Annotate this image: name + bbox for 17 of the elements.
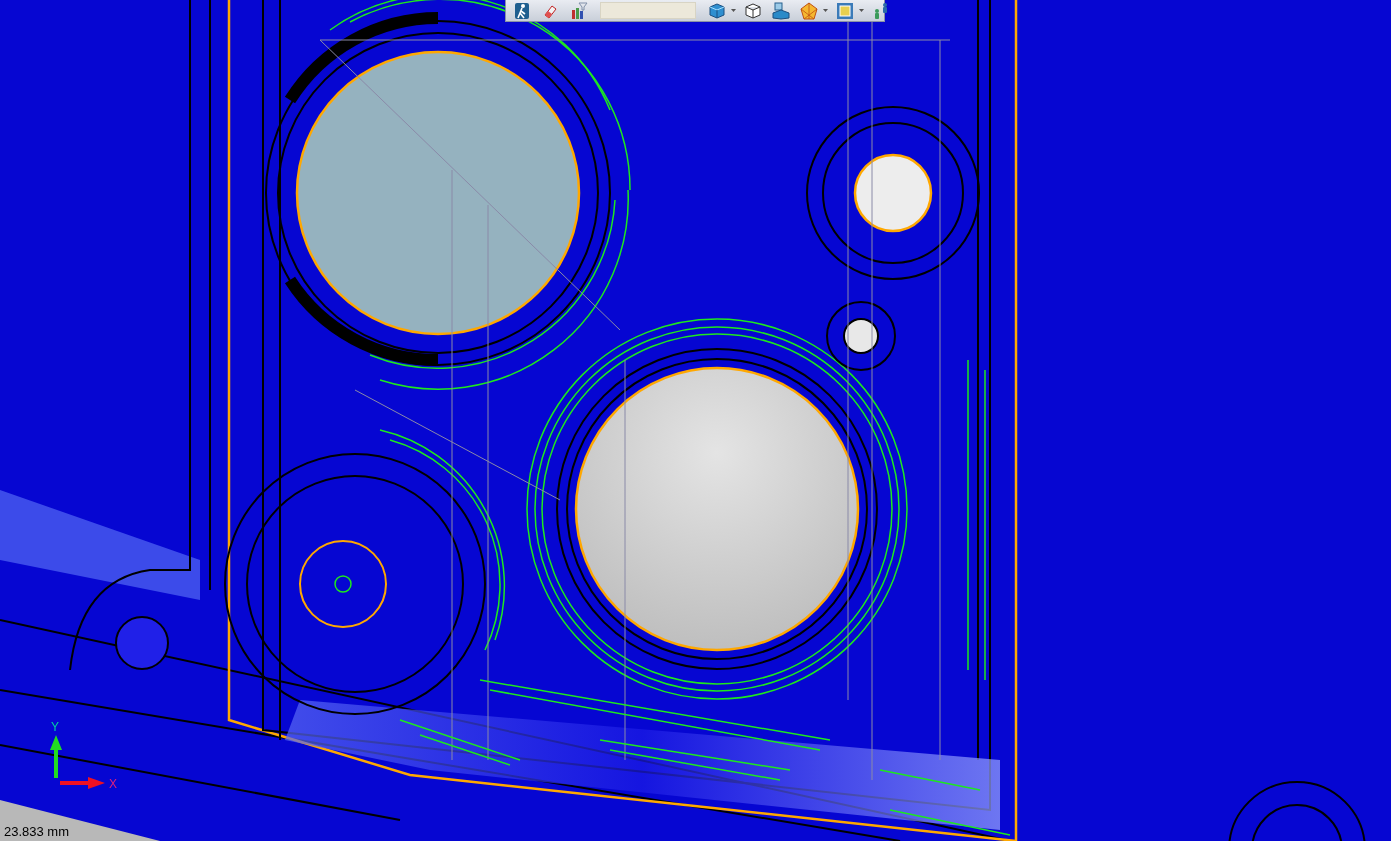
- frame-icon[interactable]: [836, 1, 854, 20]
- x-axis-arrow: [60, 777, 105, 789]
- caret-icon[interactable]: [859, 9, 864, 12]
- x-axis-label: X: [109, 777, 117, 791]
- render-icon[interactable]: [800, 1, 818, 20]
- shaded-cube-icon[interactable]: [708, 1, 726, 20]
- y-axis-label: Y: [51, 720, 59, 734]
- figures-icon[interactable]: [872, 1, 890, 20]
- caret-icon[interactable]: [823, 9, 828, 12]
- input-field[interactable]: [600, 2, 696, 19]
- walk-icon[interactable]: [514, 1, 532, 20]
- y-axis-arrow: [50, 735, 62, 778]
- filter-icon[interactable]: [570, 1, 588, 20]
- scale-readout: 23.833 mm: [4, 824, 70, 839]
- wire-cube-icon[interactable]: [744, 1, 762, 20]
- caret-icon[interactable]: [731, 9, 736, 12]
- view-icon[interactable]: [772, 1, 790, 20]
